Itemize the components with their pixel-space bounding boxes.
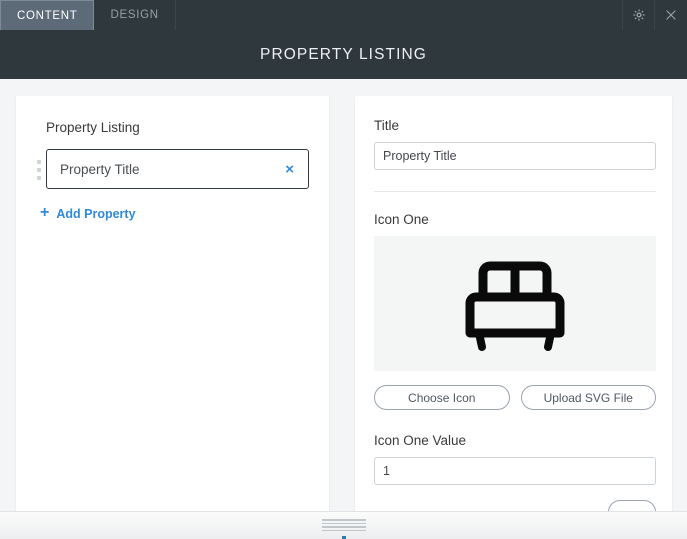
- icon-one-value-label: Icon One Value: [374, 433, 467, 448]
- bottom-bar: [0, 511, 687, 539]
- tab-bar-spacer: [176, 0, 623, 30]
- section-divider: [374, 191, 656, 192]
- remove-property-icon[interactable]: ×: [281, 159, 298, 180]
- grip-line: [321, 526, 366, 528]
- icon-one-value-input[interactable]: [374, 457, 656, 485]
- plugin-window: CONTENT DESIGN PROPERTY LISTING Property…: [0, 0, 687, 539]
- icon-one-label: Icon One: [374, 212, 429, 227]
- grip-dot: [37, 160, 41, 164]
- title-field-label: Title: [374, 118, 400, 133]
- tab-bar: CONTENT DESIGN: [0, 0, 687, 30]
- upload-svg-button[interactable]: Upload SVG File: [520, 385, 656, 410]
- grip-line: [321, 522, 366, 524]
- grip-line: [321, 519, 366, 521]
- grip-dot: [37, 168, 41, 172]
- close-button[interactable]: [655, 0, 687, 30]
- property-list-heading: Property Listing: [46, 120, 140, 135]
- resize-handle[interactable]: [321, 519, 366, 531]
- plus-icon: +: [40, 204, 50, 221]
- tab-design[interactable]: DESIGN: [94, 0, 176, 30]
- close-icon: [664, 8, 678, 22]
- grip-line: [321, 529, 366, 531]
- drag-handle-icon[interactable]: [32, 149, 46, 189]
- icon-preview[interactable]: [374, 236, 656, 371]
- add-property-label: Add Property: [56, 206, 136, 221]
- property-list-panel: Property Listing Property Title × + Add …: [16, 96, 329, 512]
- property-settings-panel: Title Icon One: [355, 96, 672, 512]
- settings-button[interactable]: [623, 0, 655, 30]
- add-property-button[interactable]: + Add Property: [32, 204, 309, 221]
- property-item-box[interactable]: Property Title ×: [46, 149, 309, 189]
- page-title: PROPERTY LISTING: [260, 45, 427, 63]
- list-item: Property Title ×: [32, 149, 309, 189]
- gear-icon: [632, 8, 646, 22]
- window-header: PROPERTY LISTING: [0, 30, 687, 79]
- content-area: Property Listing Property Title × + Add …: [0, 79, 687, 512]
- tab-design-label: DESIGN: [110, 9, 159, 21]
- tab-content[interactable]: CONTENT: [0, 0, 95, 30]
- title-input[interactable]: [374, 142, 656, 170]
- property-item-title: Property Title: [60, 161, 140, 177]
- choose-icon-button[interactable]: Choose Icon: [374, 385, 510, 410]
- grip-dot: [37, 176, 41, 180]
- tab-content-label: CONTENT: [17, 9, 78, 22]
- icon-action-buttons: Choose Icon Upload SVG File: [374, 385, 656, 410]
- bed-icon: [461, 251, 569, 356]
